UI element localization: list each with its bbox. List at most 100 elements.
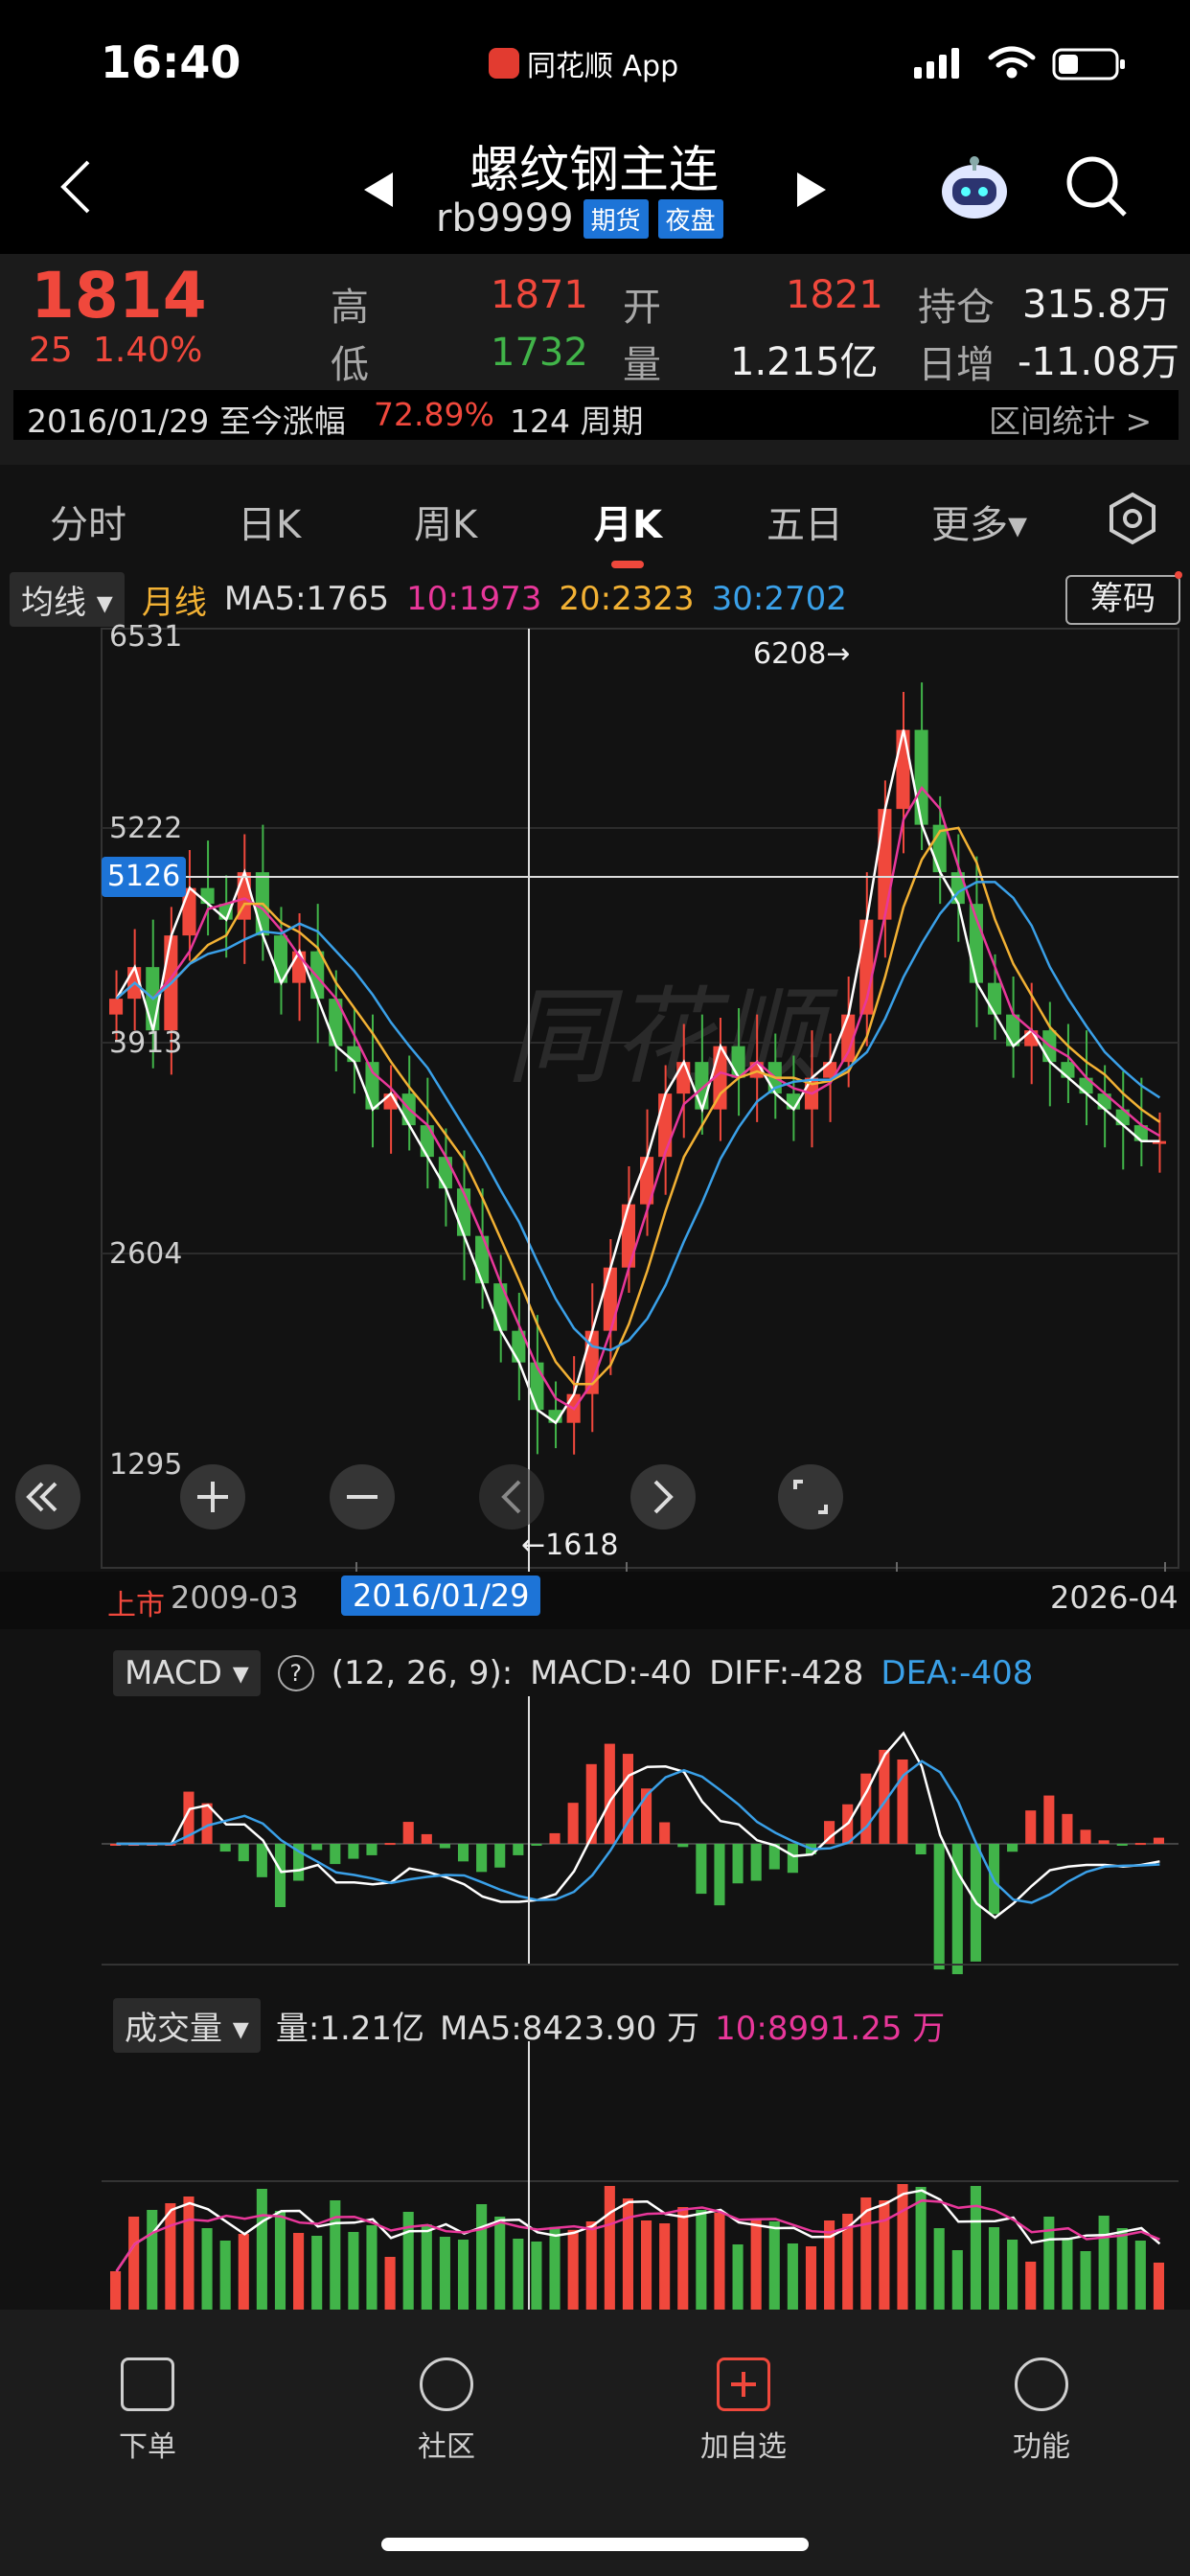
code-text: rb9999 xyxy=(436,196,574,241)
volume-chart[interactable] xyxy=(0,2041,1190,2319)
macd-legend: MACD ▾ ? (12, 26, 9): MACD:-40 DIFF:-428… xyxy=(113,1650,1033,1696)
price-change-pct: 1.40% xyxy=(93,331,203,370)
nav-community-label: 社区 xyxy=(418,2430,475,2464)
back-icon[interactable] xyxy=(57,158,96,216)
volume-bar xyxy=(110,2271,122,2310)
volume-ma5-line xyxy=(115,2189,1161,2272)
search-icon[interactable] xyxy=(1065,155,1129,218)
macd-bar xyxy=(933,1844,945,1970)
tab-more[interactable]: 更多▾ xyxy=(931,494,1027,549)
price-change: 25 xyxy=(29,331,73,370)
macd-bar xyxy=(732,1844,744,1884)
diff-value: DIFF:-428 xyxy=(709,1654,864,1692)
nav-add-watchlist[interactable]: 加自选 xyxy=(686,2358,801,2465)
macd-bar xyxy=(238,1844,249,1862)
macd-bar xyxy=(1116,1844,1128,1846)
futures-tag: 期货 xyxy=(583,198,649,239)
macd-bar xyxy=(311,1844,323,1851)
max-price-label: 6208→ xyxy=(753,637,850,671)
volume-bar xyxy=(165,2203,176,2310)
next-contract-icon[interactable] xyxy=(795,171,828,209)
volume-bar xyxy=(201,2228,213,2310)
menu-icon xyxy=(1015,2358,1068,2411)
oi-change-label: 日增 xyxy=(918,343,995,387)
macd-selector-label: MACD xyxy=(125,1654,222,1692)
price-axis-label: 5222 xyxy=(109,812,182,845)
macd-bar xyxy=(366,1844,378,1855)
volume-bar xyxy=(476,2204,488,2310)
macd-chart[interactable] xyxy=(0,1696,1190,1974)
macd-selector[interactable]: MACD ▾ xyxy=(113,1650,261,1696)
help-icon[interactable]: ? xyxy=(277,1655,314,1691)
range-stat-button[interactable]: 区间统计 > xyxy=(989,396,1152,442)
nav-functions[interactable]: 功能 xyxy=(984,2358,1099,2465)
volume-ma10-line xyxy=(115,2198,1160,2272)
macd-bar xyxy=(439,1844,450,1849)
volume-value: 1.215亿 xyxy=(730,340,879,384)
tab-five-day[interactable]: 五日 xyxy=(767,494,843,549)
macd-bar xyxy=(348,1844,359,1859)
home-indicator xyxy=(381,2538,809,2551)
price-axis-label: 3913 xyxy=(109,1026,182,1060)
chip-distribution-button[interactable]: 筹码 xyxy=(1065,575,1180,625)
nav-functions-label: 功能 xyxy=(1013,2430,1070,2464)
ma-line xyxy=(115,881,1161,1352)
kline-axis-labels: 6531 5222 3913 2604 1295 xyxy=(109,623,182,1482)
active-tab-indicator xyxy=(611,561,644,568)
low-label: 低 xyxy=(331,343,369,387)
candle-body xyxy=(987,982,1002,1015)
volume-bar xyxy=(256,2189,267,2310)
volume-bar xyxy=(879,2200,890,2310)
tab-intraday[interactable]: 分时 xyxy=(50,494,126,549)
nav-order[interactable]: 下单 xyxy=(90,2358,205,2465)
volume-bar xyxy=(531,2242,542,2310)
macd-bar xyxy=(1134,1843,1146,1846)
macd-bar xyxy=(274,1844,286,1907)
ma-line xyxy=(115,826,1161,1386)
volume-ma-lines xyxy=(115,2189,1161,2272)
macd-histogram xyxy=(110,1743,1164,1974)
range-date: 2016/01/29 至今涨幅 xyxy=(27,402,346,440)
candle-body xyxy=(621,1204,635,1268)
tab-monthly[interactable]: 月K xyxy=(594,494,662,549)
nav-community[interactable]: 社区 xyxy=(389,2358,504,2465)
macd-bar xyxy=(402,1822,414,1844)
macd-value: MACD:-40 xyxy=(530,1654,693,1692)
volume-bar xyxy=(970,2186,981,2310)
tab-daily[interactable]: 日K xyxy=(238,494,301,549)
candle-body xyxy=(878,809,892,920)
candle-body xyxy=(109,999,124,1015)
candle-body xyxy=(530,1362,544,1411)
ma-selector[interactable]: 均线 ▾ xyxy=(10,571,125,627)
volume-bar xyxy=(768,2221,780,2310)
volume-bar xyxy=(641,2220,652,2310)
tab-weekly[interactable]: 周K xyxy=(414,494,477,549)
robot-assistant-icon[interactable] xyxy=(937,151,1012,226)
prev-contract-icon[interactable] xyxy=(362,171,395,209)
crosshair-value: 5126 xyxy=(107,860,180,893)
volume-bar xyxy=(1153,2263,1164,2310)
macd-bar xyxy=(915,1844,927,1854)
scroll-right-icon xyxy=(630,1464,696,1530)
volume-bar xyxy=(457,2240,469,2310)
macd-bar xyxy=(219,1844,231,1852)
ma10-value: 10:1973 xyxy=(406,580,542,618)
settings-icon[interactable] xyxy=(1106,492,1159,545)
volume-bar xyxy=(988,2227,1000,2310)
signal-icon xyxy=(914,48,959,79)
candle-body xyxy=(896,729,910,810)
zoom-out-icon xyxy=(330,1464,395,1530)
high-value: 1871 xyxy=(491,273,588,317)
battery-icon xyxy=(1052,48,1125,80)
macd-bar xyxy=(787,1844,798,1874)
kline-chart[interactable]: 同花顺 6531 5222 3913 2604 1295 5126 6208→ ←161… xyxy=(0,623,1190,1591)
macd-bar xyxy=(513,1844,524,1855)
volume-bar xyxy=(1007,2240,1018,2310)
dea-value: DEA:-408 xyxy=(881,1654,1034,1692)
macd-bar xyxy=(750,1844,762,1881)
nav-add-watchlist-label: 加自选 xyxy=(700,2430,787,2464)
macd-bar xyxy=(1153,1837,1164,1844)
community-star-icon xyxy=(420,2358,473,2411)
low-value: 1732 xyxy=(491,331,588,375)
volume-bar xyxy=(1134,2241,1146,2310)
